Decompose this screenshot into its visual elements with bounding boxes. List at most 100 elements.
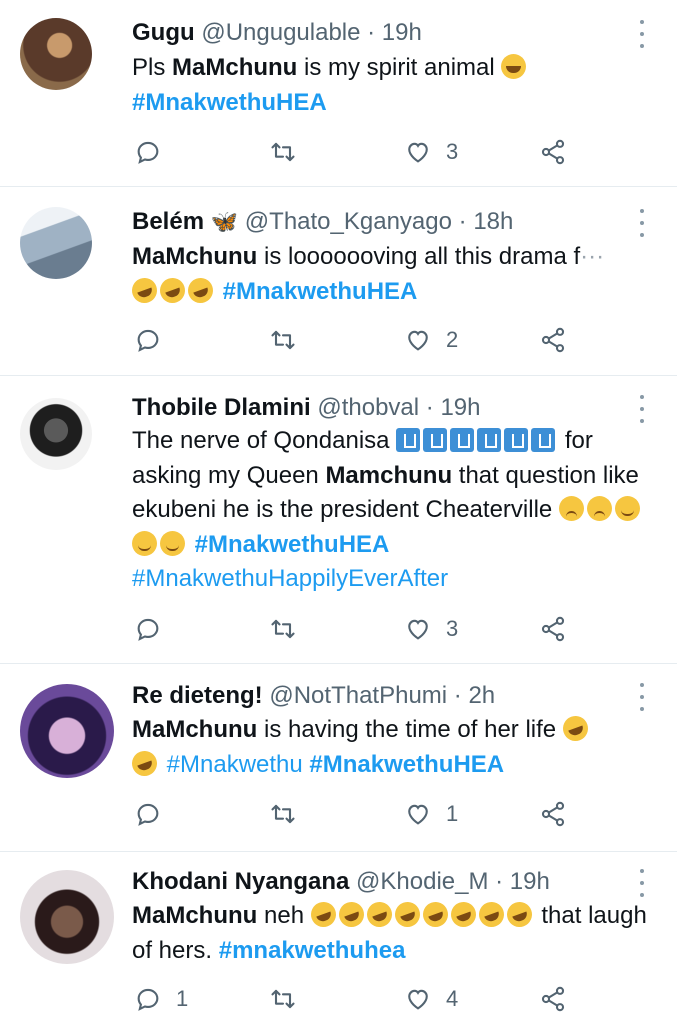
tweet-card[interactable]: Re dieteng! @NotThatPhumi · 2h MaMchunu … — [0, 664, 677, 852]
share-button[interactable] — [539, 323, 567, 357]
tweet-header: Belém 🦋 @Thato_Kganyago · 18h — [132, 207, 637, 237]
like-button[interactable]: 1 — [404, 797, 458, 831]
hashtag-link[interactable]: #mnakwethuhea — [219, 937, 406, 964]
author-name[interactable]: Re dieteng! — [132, 682, 263, 709]
like-count: 1 — [446, 801, 459, 826]
tweet-card[interactable]: Thobile Dlamini @thobval · 19h The nerve… — [0, 376, 677, 664]
separator: · — [447, 682, 469, 709]
reply-count: 1 — [176, 986, 189, 1011]
reply-button[interactable] — [134, 135, 176, 169]
put-litter-in-bin-emoji — [504, 428, 529, 452]
rofl-emoji — [128, 746, 161, 780]
tweet-text: MaMchunu neh that laugh of hers. #mnakwe… — [132, 898, 657, 968]
tweet-time[interactable]: 19h — [510, 868, 550, 895]
author-handle[interactable]: @thobval — [317, 394, 419, 421]
butterfly-icon: 🦋 — [210, 209, 239, 234]
tweet-card[interactable]: Gugu @Ungugulable · 19h Pls MaMchunu is … — [0, 0, 677, 187]
hashtag-link[interactable]: #MnakwethuHEA — [223, 278, 418, 305]
avatar[interactable] — [20, 398, 92, 470]
reply-button[interactable] — [134, 797, 176, 831]
separator: · — [488, 868, 510, 895]
tweet-time[interactable]: 18h — [473, 208, 513, 235]
heart-icon — [408, 330, 428, 351]
author-handle[interactable]: @Khodie_M — [356, 868, 488, 895]
tweet-time[interactable]: 2h — [468, 682, 495, 709]
author-name[interactable]: Khodani Nyangana — [132, 868, 349, 895]
more-options-icon[interactable] — [637, 395, 647, 423]
avatar[interactable] — [20, 870, 114, 964]
reply-button[interactable] — [134, 612, 176, 646]
rofl-emoji — [475, 898, 508, 931]
rofl-emoji — [419, 898, 452, 931]
retweet-button[interactable] — [269, 135, 311, 169]
face-with-tears-of-joy-emoji — [501, 54, 527, 79]
hashtag-link[interactable]: #MnakwethuHEA — [132, 89, 327, 116]
avatar[interactable] — [20, 207, 92, 279]
rofl-emoji — [128, 273, 161, 307]
tweet-time[interactable]: 19h — [382, 19, 422, 46]
reply-icon — [137, 988, 159, 1011]
rofl-emoji — [391, 898, 424, 931]
author-name[interactable]: Belém — [132, 208, 204, 235]
retweet-icon — [271, 989, 295, 1009]
avatar[interactable] — [20, 684, 114, 778]
text-segment: The nerve of Qondanisa — [132, 427, 397, 454]
tweet-text: MaMchunu is having the time of her life … — [128, 712, 657, 782]
retweet-button[interactable] — [269, 612, 311, 646]
share-button[interactable] — [539, 797, 567, 831]
retweet-icon — [271, 142, 295, 162]
retweet-button[interactable] — [269, 982, 311, 1016]
rofl-emoji — [156, 273, 189, 307]
retweet-button[interactable] — [269, 797, 311, 831]
retweet-icon — [271, 619, 295, 639]
reply-button[interactable] — [134, 323, 176, 357]
text-segment: Pls — [132, 54, 173, 81]
tweet-text: MaMchunu is looooooving all this drama f… — [128, 240, 657, 309]
rofl-emoji — [503, 898, 536, 931]
retweet-icon — [271, 804, 295, 824]
author-name[interactable]: Gugu — [132, 19, 195, 46]
like-button[interactable]: 3 — [404, 612, 458, 646]
share-button[interactable] — [539, 612, 567, 646]
more-options-icon[interactable] — [637, 683, 647, 711]
heart-icon — [408, 804, 428, 825]
like-count: 2 — [446, 327, 459, 352]
put-litter-in-bin-emoji — [531, 428, 556, 452]
like-button[interactable]: 4 — [404, 982, 458, 1016]
text-segment: is my spirit animal — [297, 54, 495, 81]
tweet-card[interactable]: Khodani Nyangana @Khodie_M · 19h MaMchun… — [0, 852, 677, 1012]
like-button[interactable]: 3 — [404, 135, 458, 169]
put-litter-in-bin-emoji — [450, 428, 475, 452]
confused-face-emoji — [558, 496, 584, 521]
share-icon — [541, 801, 565, 827]
author-handle[interactable]: @NotThatPhumi — [269, 682, 447, 709]
author-handle[interactable]: @Thato_Kganyago — [245, 208, 452, 235]
reply-icon — [137, 618, 159, 641]
reply-button[interactable]: 1 — [134, 982, 188, 1016]
share-button[interactable] — [539, 135, 567, 169]
hashtag-link[interactable]: #MnakwethuHEA — [309, 751, 504, 778]
mention: MaMchunu — [132, 716, 258, 743]
hashtag-link[interactable]: #MnakwethuHEA — [195, 531, 390, 558]
more-options-icon[interactable] — [637, 20, 647, 48]
share-icon — [541, 986, 565, 1012]
retweet-button[interactable] — [269, 323, 311, 357]
share-button[interactable] — [539, 982, 567, 1016]
avatar[interactable] — [20, 18, 92, 90]
confused-face-emoji — [586, 496, 612, 521]
tweet-card[interactable]: Belém 🦋 @Thato_Kganyago · 18h MaMchunu i… — [0, 187, 677, 376]
tweet-actions: 3 — [132, 135, 572, 169]
like-count: 3 — [446, 616, 459, 641]
text-segment: neh — [257, 902, 311, 929]
hashtag-link[interactable]: #Mnakwethu — [167, 751, 303, 778]
put-litter-in-bin-emoji — [396, 428, 421, 452]
author-handle[interactable]: @Ungugulable — [201, 19, 360, 46]
more-options-icon[interactable] — [637, 209, 647, 237]
author-name[interactable]: Thobile Dlamini — [132, 394, 311, 421]
tweet-time[interactable]: 19h — [440, 394, 480, 421]
hashtag-link[interactable]: #MnakwethuHappilyEverAfter — [132, 565, 448, 592]
more-options-icon[interactable] — [637, 869, 647, 897]
tweet-actions: 3 — [132, 612, 572, 646]
like-button[interactable]: 2 — [404, 323, 458, 357]
tweet-header: Khodani Nyangana @Khodie_M · 19h — [132, 867, 637, 897]
